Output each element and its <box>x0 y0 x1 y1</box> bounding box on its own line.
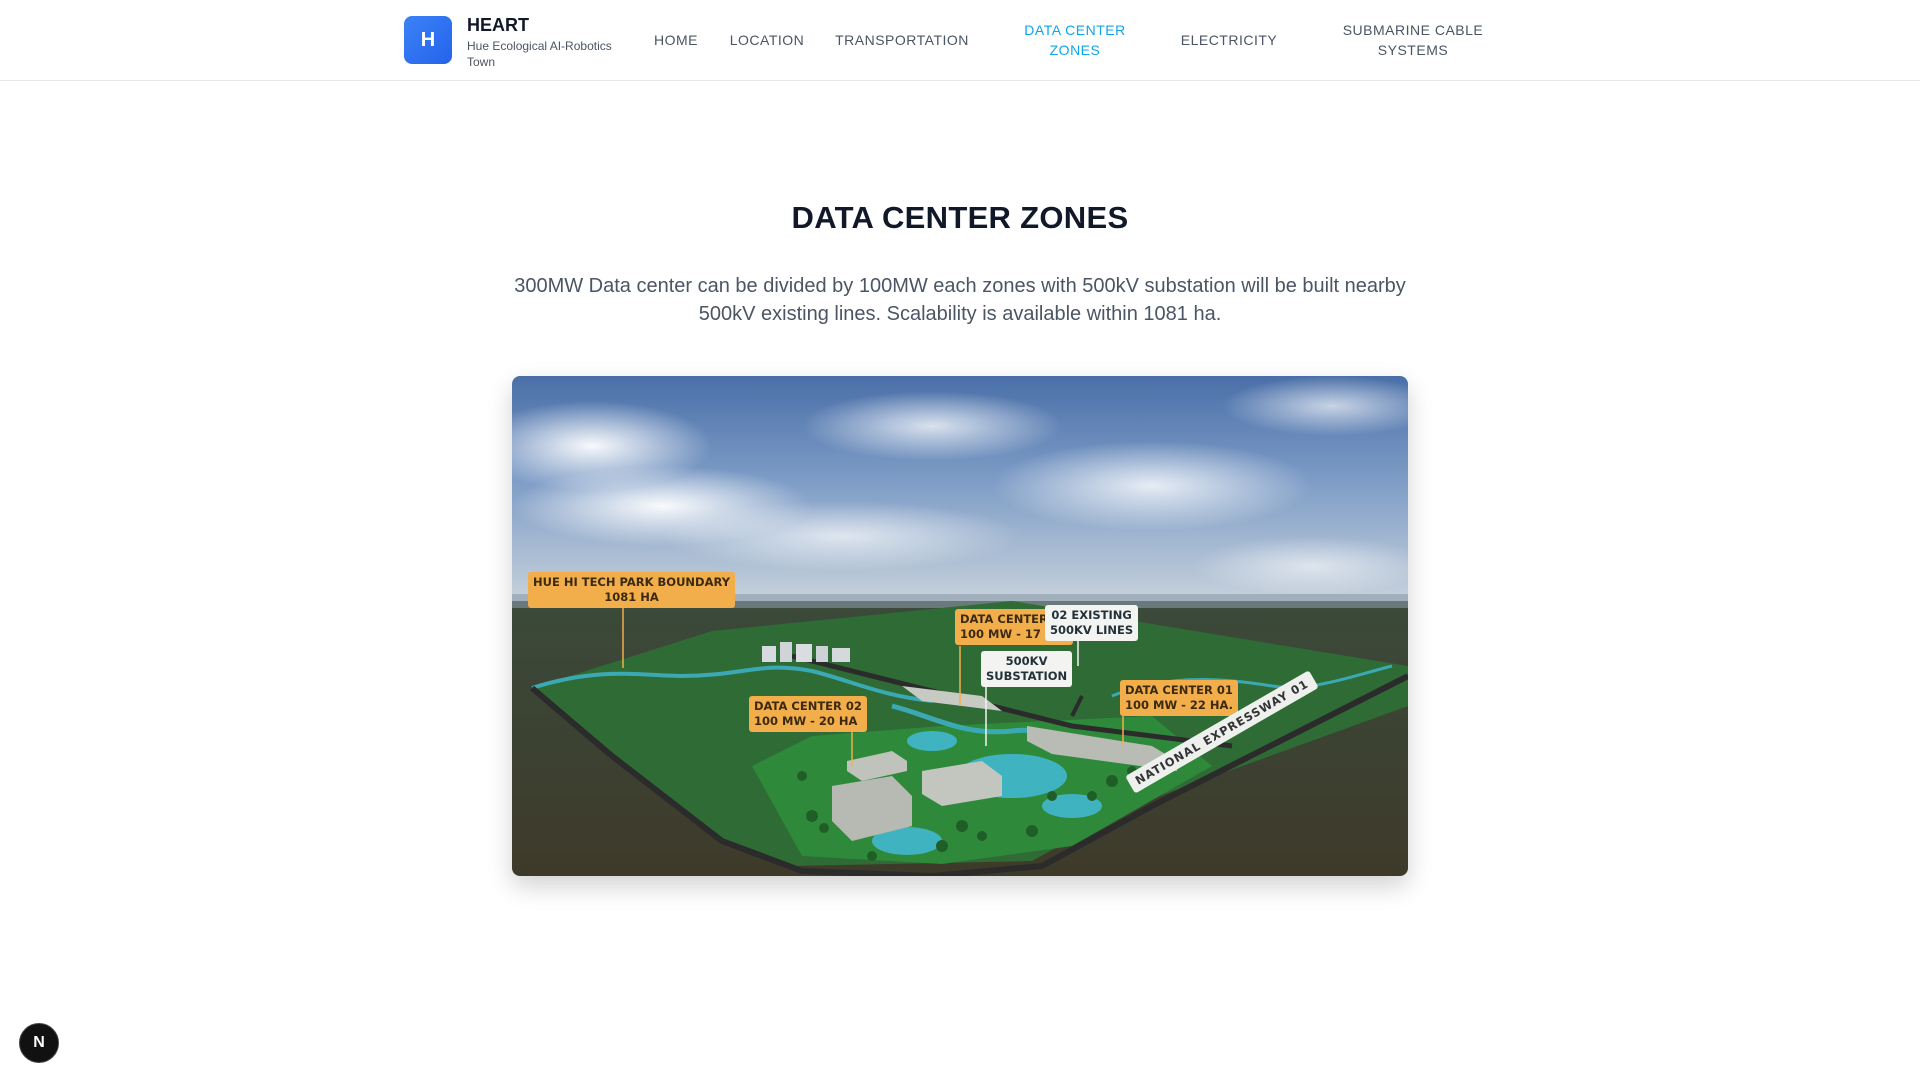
nav-item-electricity[interactable]: ELECTRICITY <box>1172 0 1286 80</box>
page-title: DATA CENTER ZONES <box>791 200 1129 235</box>
data-center-01-capacity: 100 MW - 22 HA. <box>1125 698 1234 712</box>
substation-callout: 500KV SUBSTATION <box>981 651 1073 687</box>
nav-item-submarine-cable-systems[interactable]: SUBMARINE CABLE SYSTEMS <box>1330 0 1496 80</box>
site-header: H HEART Hue Ecological AI-Robotics Town … <box>0 0 1920 81</box>
data-center-01-callout: DATA CENTER 01 100 MW - 22 HA. <box>1120 680 1239 716</box>
nav-item-transportation[interactable]: TRANSPORTATION <box>830 0 974 80</box>
data-center-02-capacity: 100 MW - 20 HA <box>754 714 858 728</box>
existing-lines-detail: 500KV LINES <box>1050 623 1134 637</box>
nav-item-home[interactable]: HOME <box>648 0 704 80</box>
nav-item-location[interactable]: LOCATION <box>724 0 810 80</box>
existing-lines-callout: 02 EXISTING 500KV LINES <box>1045 605 1139 641</box>
page-description: 300MW Data center can be divided by 100M… <box>514 275 1406 325</box>
data-center-rendering: HUE HI TECH PARK BOUNDARY 1081 HA DATA C… <box>512 376 1408 876</box>
boundary-callout-area: 1081 HA <box>604 590 659 604</box>
brand-title[interactable]: HEART <box>467 15 529 36</box>
existing-lines-title: 02 EXISTING <box>1051 608 1132 622</box>
data-center-02-title: DATA CENTER 02 <box>754 699 862 713</box>
next-dev-indicator-icon[interactable]: N <box>19 1023 59 1063</box>
boundary-callout-title: HUE HI TECH PARK BOUNDARY <box>533 575 731 589</box>
substation-title: 500KV <box>1005 654 1048 668</box>
logo-icon[interactable]: H <box>404 16 452 64</box>
substation-detail: SUBSTATION <box>986 669 1068 683</box>
boundary-callout: HUE HI TECH PARK BOUNDARY 1081 HA <box>528 572 736 608</box>
data-center-02-callout: DATA CENTER 02 100 MW - 20 HA <box>749 696 867 732</box>
nav-item-data-center-zones[interactable]: DATA CENTER ZONES <box>1010 0 1140 80</box>
data-center-01-title: DATA CENTER 01 <box>1125 683 1233 697</box>
brand-subtitle: Hue Ecological AI-Robotics Town <box>467 39 612 69</box>
